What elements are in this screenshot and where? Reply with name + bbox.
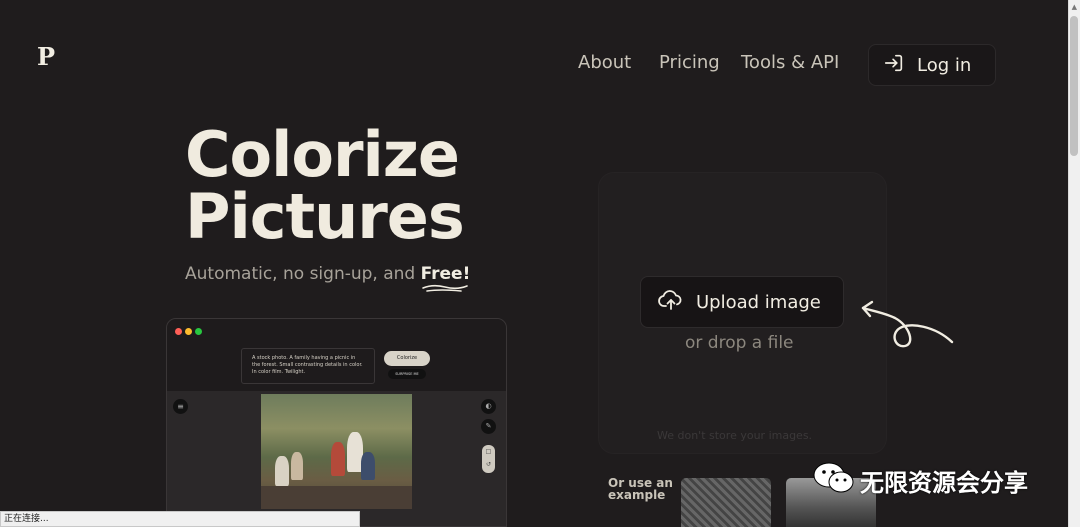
cloud-upload-icon: [658, 289, 684, 316]
mockup-header: A stock photo. A family having a picnic …: [167, 319, 506, 391]
window-close-dot: [175, 328, 182, 335]
watermark-text: 无限资源会分享: [860, 468, 1028, 497]
hero-title: Colorize Pictures: [185, 124, 465, 248]
nav-about-link[interactable]: About: [578, 52, 631, 73]
app-preview-mockup: A stock photo. A family having a picnic …: [166, 318, 507, 527]
login-button[interactable]: Log in: [868, 44, 996, 86]
window-maximize-dot: [195, 328, 202, 335]
mockup-pencil-icon: ✎: [481, 419, 496, 434]
hero-subtitle-prefix: Automatic, no sign-up, and: [185, 264, 421, 284]
login-icon: [883, 52, 905, 79]
scrollbar-thumb[interactable]: [1070, 16, 1078, 156]
site-logo[interactable]: P: [37, 42, 55, 71]
free-underline-icon: [421, 284, 468, 292]
login-label: Log in: [917, 54, 972, 76]
mockup-prompt-box: A stock photo. A family having a picnic …: [241, 348, 375, 384]
examples-label: Or use an example: [608, 477, 673, 501]
wechat-icon: [812, 460, 856, 500]
upload-image-label: Upload image: [696, 291, 821, 313]
browser-status-bar: 正在连接...: [0, 511, 360, 527]
watermark: 无限资源会分享: [812, 460, 1028, 500]
nav-tools-api-link[interactable]: Tools & API: [741, 52, 839, 73]
mockup-menu-icon: ≡: [173, 399, 188, 414]
hero-subtitle: Automatic, no sign-up, and Free!: [185, 264, 471, 292]
nav-pricing-link[interactable]: Pricing: [659, 52, 720, 73]
hand-drawn-arrow-icon: [861, 300, 954, 348]
hero-title-line2: Pictures: [185, 180, 465, 253]
example-image-1[interactable]: [681, 478, 771, 527]
examples-label-line2: example: [608, 488, 666, 502]
mockup-colorize-button: Colorize: [384, 351, 430, 366]
free-text: Free!: [420, 264, 471, 284]
privacy-note: We don't store your images.: [657, 429, 813, 442]
mockup-palette-icon: ◐: [481, 399, 496, 414]
drop-file-hint: or drop a file: [685, 333, 794, 353]
upload-image-button[interactable]: Upload image: [640, 276, 844, 328]
mockup-family-photo: [261, 394, 412, 509]
hero-subtitle-free: Free!: [420, 264, 471, 292]
window-minimize-dot: [185, 328, 192, 335]
page-scrollbar[interactable]: ▲: [1068, 0, 1080, 527]
mockup-zoom-control: □ ↺: [482, 445, 495, 473]
mockup-surprise-button: SURPRISE ME: [388, 369, 426, 379]
scroll-up-arrow-icon[interactable]: ▲: [1072, 3, 1077, 11]
